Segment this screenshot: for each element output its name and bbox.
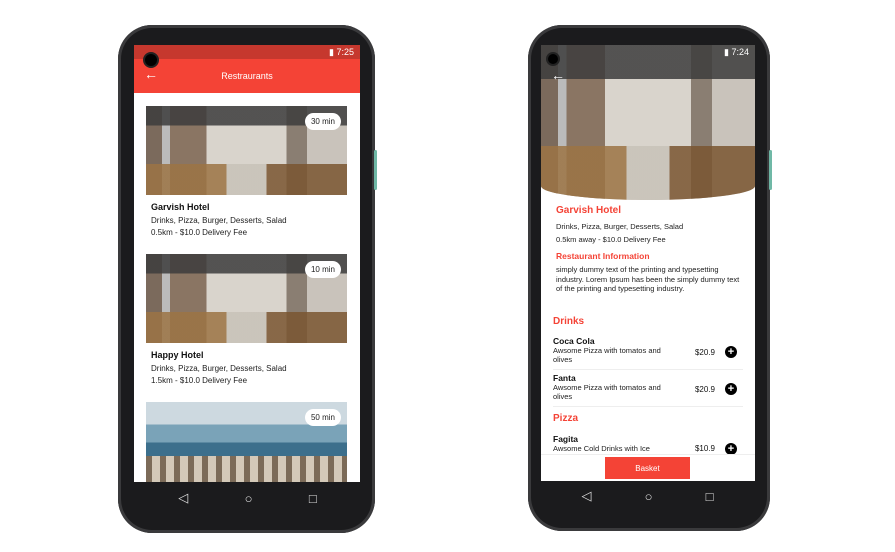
time-badge: 10 min [304, 261, 341, 278]
info-heading: Restaurant Information [556, 251, 650, 261]
menu-item: Fanta Awsome Pizza with tomatos and oliv… [553, 373, 743, 407]
restaurant-name: Garvish Hotel [556, 205, 622, 216]
plus-circle-icon[interactable]: + [725, 346, 737, 358]
info-text: simply dummy text of the printing and ty… [556, 265, 740, 294]
recents-square-icon[interactable]: □ [309, 491, 317, 506]
time-badge: 50 min [304, 409, 341, 426]
restaurant-image: 50 min [146, 402, 347, 482]
item-name: Coca Cola [553, 336, 595, 346]
plus-circle-icon[interactable]: + [725, 383, 737, 395]
status-bar: ▮ 7:24 [724, 47, 749, 57]
power-button [769, 150, 772, 190]
basket-button[interactable]: Basket [605, 457, 690, 479]
nav-bar: ◁ ○ □ [555, 484, 740, 508]
restaurant-image: 30 min [146, 106, 347, 195]
restaurant-delivery: 0.5km - $10.0 Delivery Fee [151, 228, 248, 237]
front-camera [143, 52, 159, 68]
front-camera [546, 52, 560, 66]
power-button [374, 150, 377, 190]
app-bar: ← Restraurants [134, 59, 360, 93]
item-name: Fagita [553, 434, 579, 444]
section-title-drinks: Drinks [553, 316, 585, 327]
menu-item: Fagita Awsome Cold Drinks with Ice $10.9… [553, 434, 743, 456]
item-desc: Awsome Cold Drinks with Ice [553, 444, 650, 453]
item-name: Fanta [553, 373, 576, 383]
back-triangle-icon[interactable]: ◁ [178, 490, 188, 506]
home-circle-icon[interactable]: ○ [245, 491, 253, 506]
basket-bar: Basket [541, 454, 755, 481]
hero-image [541, 45, 755, 200]
item-desc: Awsome Pizza with tomatos and olives [553, 346, 661, 364]
menu-item: Coca Cola Awsome Pizza with tomatos and … [553, 336, 743, 370]
section-title-pizza: Pizza [553, 413, 579, 424]
restaurant-cuisines: Drinks, Pizza, Burger, Desserts, Salad [556, 222, 684, 231]
back-triangle-icon[interactable]: ◁ [582, 488, 592, 504]
nav-bar: ◁ ○ □ [150, 486, 345, 510]
restaurant-name: Garvish Hotel [151, 202, 210, 212]
page-title: Restraurants [221, 71, 273, 81]
restaurant-cuisines: Drinks, Pizza, Burger, Desserts, Salad [151, 216, 287, 225]
status-time: 7:24 [731, 47, 749, 57]
status-time: 7:25 [336, 47, 354, 57]
restaurant-cuisines: Drinks, Pizza, Burger, Desserts, Salad [151, 364, 287, 373]
item-price: $10.9 [694, 444, 715, 453]
item-price: $20.9 [694, 348, 715, 357]
restaurant-image: 10 min [146, 254, 347, 343]
restaurant-detail-screen: ▮ 7:24 ← Garvish Hotel Drinks, Pizza, Bu… [541, 45, 755, 481]
restaurants-screen: ▮ 7:25 ← Restraurants 30 min Garvish Hot… [134, 45, 360, 482]
recents-square-icon[interactable]: □ [706, 489, 714, 504]
item-price: $20.9 [694, 385, 715, 394]
home-circle-icon[interactable]: ○ [645, 489, 653, 504]
status-bar: ▮ 7:25 [134, 45, 360, 59]
arrow-left-icon[interactable]: ← [551, 67, 565, 83]
time-badge: 30 min [304, 113, 341, 130]
restaurant-delivery: 0.5km away - $10.0 Delivery Fee [556, 235, 666, 244]
arrow-left-icon[interactable]: ← [144, 66, 158, 82]
item-desc: Awsome Pizza with tomatos and olives [553, 383, 661, 401]
restaurant-name: Happy Hotel [151, 350, 204, 360]
restaurant-delivery: 1.5km - $10.0 Delivery Fee [151, 376, 248, 385]
